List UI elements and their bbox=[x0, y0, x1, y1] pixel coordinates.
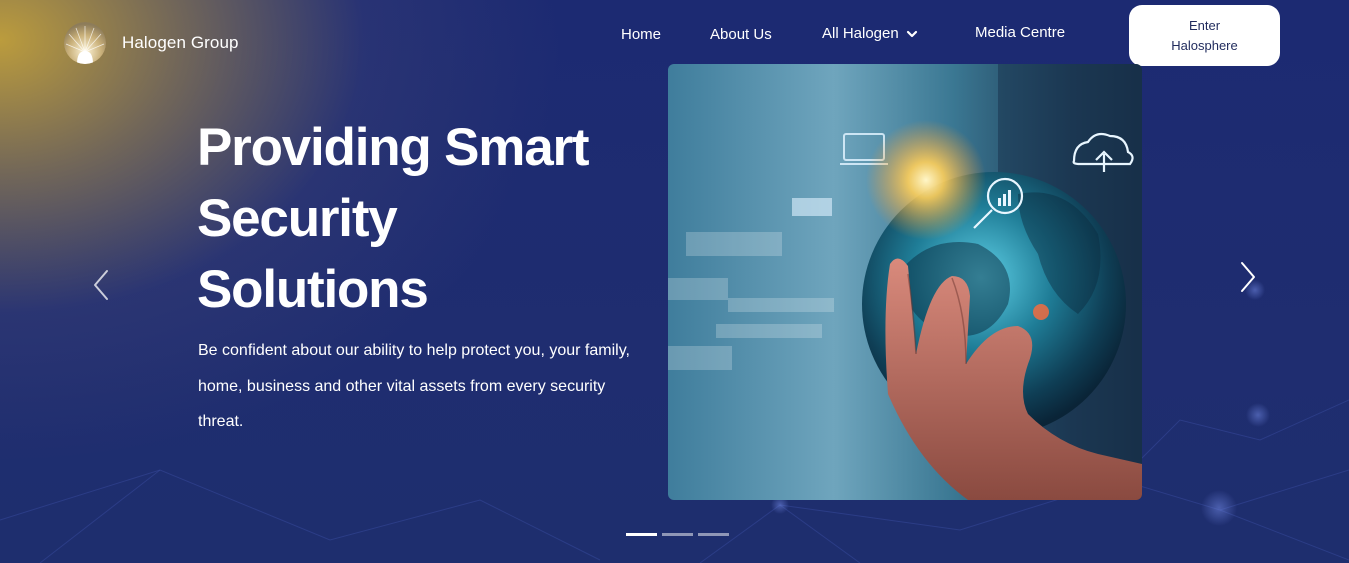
enter-halosphere-button[interactable]: Enter Halosphere bbox=[1129, 5, 1280, 66]
brand-name: Halogen Group bbox=[122, 33, 239, 52]
hero-section: Halogen Group Home About Us All Halogen … bbox=[0, 0, 1349, 563]
chevron-down-icon bbox=[906, 30, 917, 37]
carousel-indicators bbox=[626, 533, 734, 536]
nav-all-halogen-label: All Halogen bbox=[822, 25, 899, 42]
nav-all-halogen-dropdown[interactable]: All Halogen bbox=[822, 25, 918, 42]
nav-home-link[interactable]: Home bbox=[621, 26, 661, 43]
chevron-right-icon[interactable] bbox=[1234, 257, 1262, 297]
carousel-indicator-2[interactable] bbox=[662, 533, 693, 536]
hero-headline: Providing Smart Security Solutions bbox=[197, 118, 590, 319]
halogen-sunburst-logo-icon bbox=[64, 22, 106, 64]
carousel-indicator-3[interactable] bbox=[698, 533, 729, 536]
chevron-left-icon[interactable] bbox=[87, 265, 115, 305]
nav-media-centre-link[interactable]: Media Centre bbox=[975, 24, 1065, 41]
nav-about-link[interactable]: About Us bbox=[710, 26, 772, 43]
hand-holding-globe-image bbox=[668, 64, 1142, 500]
enter-halosphere-label: Enter Halosphere bbox=[1171, 17, 1238, 53]
hero-subtext: Be confident about our ability to help p… bbox=[198, 342, 630, 430]
brand-logo[interactable]: Halogen Group bbox=[64, 22, 239, 64]
carousel-indicator-1[interactable] bbox=[626, 533, 657, 536]
